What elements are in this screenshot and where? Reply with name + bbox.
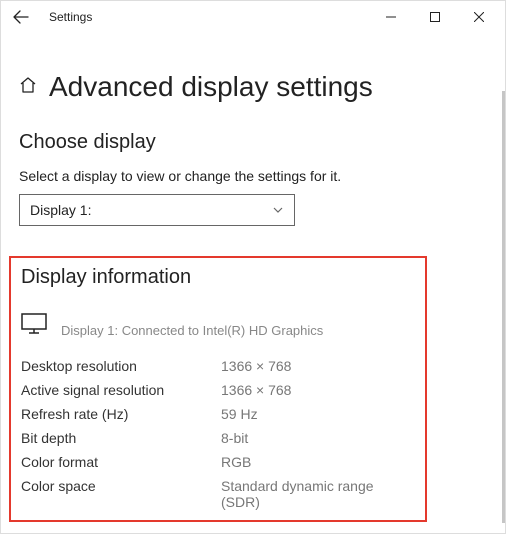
page-title: Advanced display settings bbox=[49, 71, 373, 103]
choose-display-instruction: Select a display to view or change the s… bbox=[19, 168, 487, 184]
minimize-button[interactable] bbox=[369, 1, 413, 33]
page-header: Advanced display settings bbox=[19, 71, 487, 103]
back-button[interactable] bbox=[5, 1, 37, 33]
display-info-heading: Display information bbox=[21, 266, 415, 289]
titlebar: Settings bbox=[1, 1, 505, 33]
monitor-icon bbox=[21, 313, 47, 340]
chevron-down-icon bbox=[272, 204, 284, 216]
display-select[interactable]: Display 1: bbox=[19, 194, 295, 226]
info-value: Standard dynamic range (SDR) bbox=[221, 478, 415, 510]
window-controls bbox=[369, 1, 501, 33]
info-value: 1366 × 768 bbox=[221, 382, 415, 398]
info-value: 59 Hz bbox=[221, 406, 415, 422]
display-info-section: Display information Display 1: Connected… bbox=[9, 256, 427, 522]
info-label: Refresh rate (Hz) bbox=[21, 406, 221, 422]
scrollbar[interactable] bbox=[502, 91, 505, 523]
arrow-left-icon bbox=[13, 9, 29, 25]
display-select-value: Display 1: bbox=[30, 202, 91, 218]
info-grid: Desktop resolution 1366 × 768 Active sig… bbox=[21, 358, 415, 510]
info-label: Desktop resolution bbox=[21, 358, 221, 374]
titlebar-label: Settings bbox=[49, 10, 92, 24]
info-value: 1366 × 768 bbox=[221, 358, 415, 374]
minimize-icon bbox=[386, 12, 396, 22]
maximize-icon bbox=[430, 12, 440, 22]
info-value: RGB bbox=[221, 454, 415, 470]
info-label: Active signal resolution bbox=[21, 382, 221, 398]
connected-text: Display 1: Connected to Intel(R) HD Grap… bbox=[61, 323, 323, 338]
info-label: Color format bbox=[21, 454, 221, 470]
content-area: Advanced display settings Choose display… bbox=[1, 33, 505, 522]
info-label: Bit depth bbox=[21, 430, 221, 446]
maximize-button[interactable] bbox=[413, 1, 457, 33]
info-value: 8-bit bbox=[221, 430, 415, 446]
close-icon bbox=[474, 12, 484, 22]
close-button[interactable] bbox=[457, 1, 501, 33]
choose-display-heading: Choose display bbox=[19, 131, 487, 154]
monitor-row: Display 1: Connected to Intel(R) HD Grap… bbox=[21, 313, 415, 340]
home-icon[interactable] bbox=[19, 76, 37, 99]
info-label: Color space bbox=[21, 478, 221, 510]
